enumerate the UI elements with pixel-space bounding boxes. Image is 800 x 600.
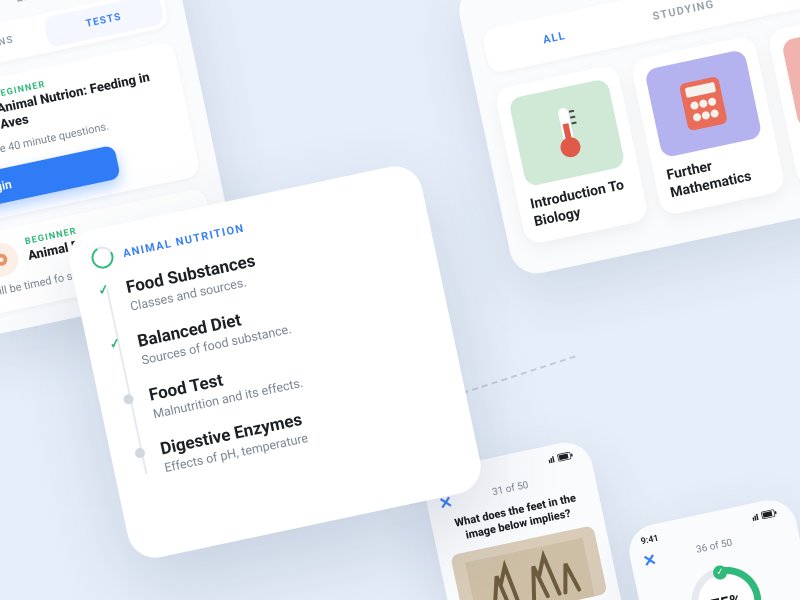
progress-ring-icon — [89, 244, 115, 270]
subject-name: Further Mathematics — [665, 147, 771, 202]
subjects-screen: ALL STUDYING LIKED Introduction To Biolo… — [454, 0, 800, 279]
status-right-icons — [548, 451, 578, 468]
score-percent: 75% — [710, 589, 744, 600]
syllabus-screen: ANIMAL NUTRITION Food Substances Classes… — [64, 161, 486, 563]
subject-card-maths[interactable]: Further Mathematics — [630, 35, 786, 217]
flask-icon — [781, 20, 800, 129]
close-icon[interactable]: ✕ — [641, 550, 658, 571]
donut-icon — [0, 240, 21, 280]
tab-studying[interactable]: STUDYING — [615, 0, 752, 42]
check-icon: ✓ — [712, 564, 729, 581]
syllabus-label: ANIMAL NUTRITION — [122, 221, 246, 259]
question-counter: 36 of 50 — [695, 537, 733, 555]
score-ring: ✓ 75% — [685, 560, 768, 600]
thermometer-icon — [508, 78, 626, 187]
question-counter: 31 of 50 — [491, 480, 529, 498]
tab-lessons[interactable]: LESSONS — [0, 18, 49, 73]
quiz-score-screen: 9:41 ✕ 36 of 50 ✓ 75% +20 ★ — [624, 495, 800, 600]
status-time: 9:41 — [640, 534, 660, 548]
tab-tests[interactable]: TESTS — [43, 0, 165, 48]
tab-liked[interactable]: LIKED — [744, 0, 800, 15]
subject-card-biology[interactable]: Introduction To Biology — [494, 64, 650, 246]
begin-button[interactable]: Begin — [0, 145, 121, 210]
calculator-icon — [644, 49, 762, 158]
subject-name: Introduction To Biology — [529, 176, 635, 231]
status-right-icons — [752, 508, 782, 525]
